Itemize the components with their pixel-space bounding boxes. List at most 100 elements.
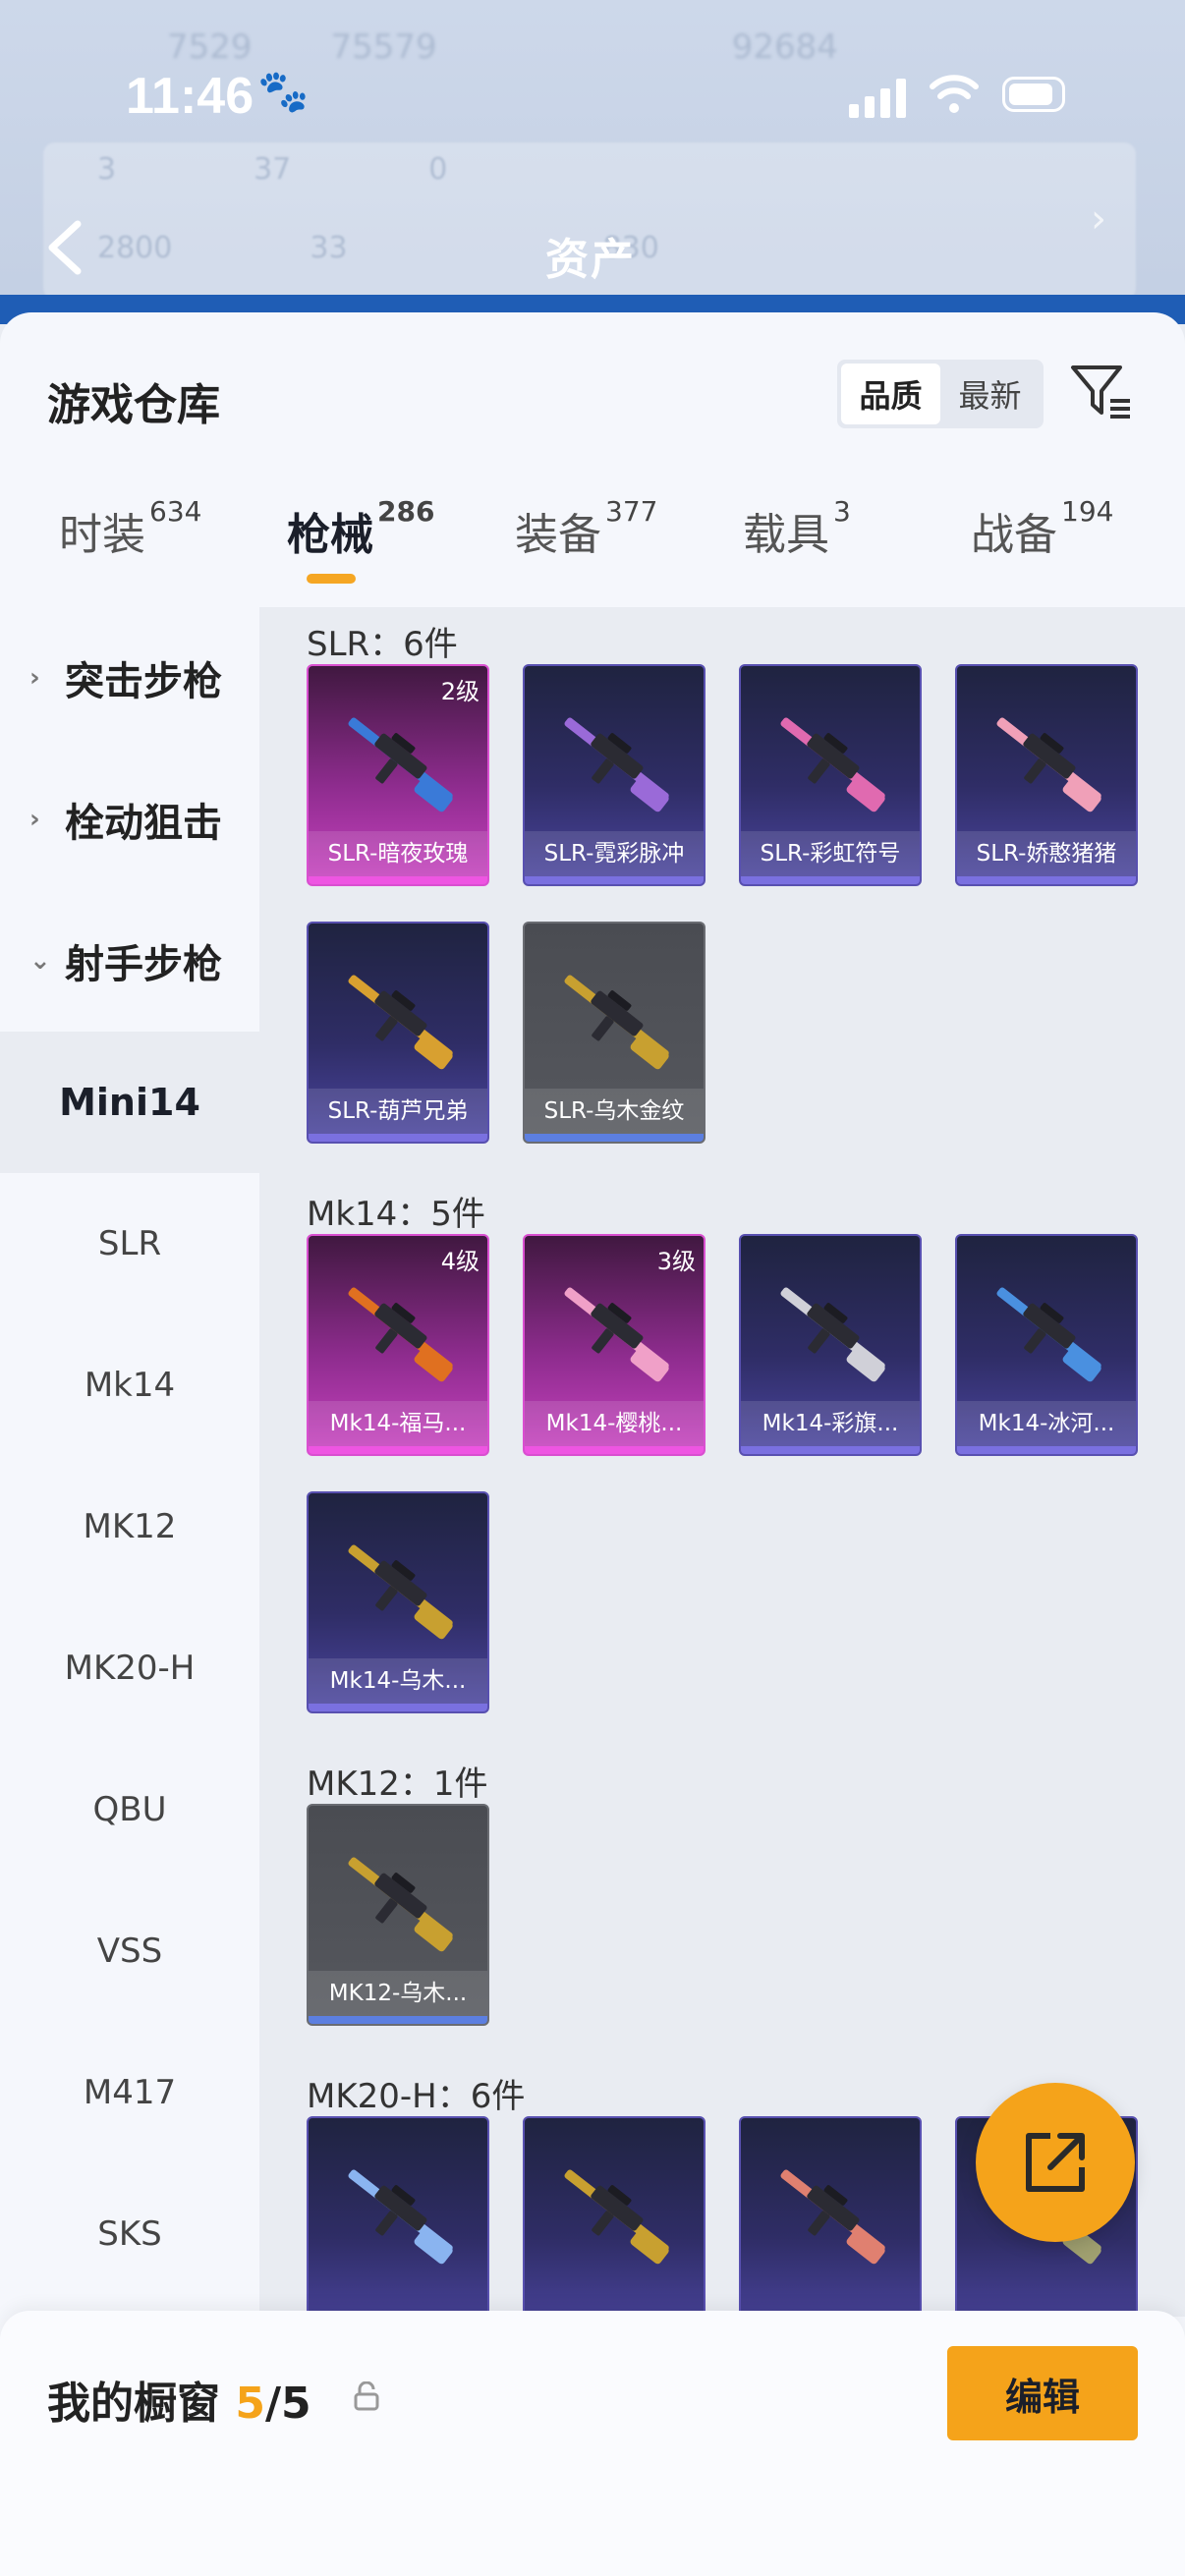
group-title: SLR：6件 [307, 625, 458, 664]
sidebar-item-sks[interactable]: SKS [0, 2163, 259, 2305]
sidebar-item-mk12[interactable]: MK12 [0, 1456, 259, 1597]
rifle-icon [348, 1544, 453, 1640]
tab-count: 377 [605, 495, 658, 528]
group-title: MK12：1件 [307, 1764, 488, 1804]
sidebar-item-m417[interactable]: M417 [0, 2022, 259, 2163]
tab-firearms[interactable]: 枪械 286 [287, 495, 434, 584]
weapon-card[interactable] [739, 2116, 922, 2317]
rifle-icon [564, 1287, 669, 1382]
level-badge: 4级 [440, 1248, 480, 1275]
weapon-card[interactable]: MK12-乌木... [307, 1804, 489, 2026]
tab-label: 战备 [971, 510, 1057, 560]
share-button[interactable] [976, 2083, 1135, 2242]
chevron-right-icon: › [1091, 196, 1106, 242]
group-title: MK20-H：6件 [307, 2077, 526, 2116]
group-title: Mk14：5件 [307, 1195, 485, 1234]
rifle-icon [564, 2169, 669, 2265]
sort-quality-button[interactable]: 品质 [841, 364, 940, 424]
weapon-name: SLR-葫芦兄弟 [309, 1089, 487, 1134]
back-arrow-icon[interactable] [44, 218, 87, 277]
sort-toggle: 品质 最新 [837, 360, 1044, 428]
rifle-icon [996, 717, 1101, 812]
weapon-name: SLR-彩虹符号 [741, 831, 920, 876]
sidebar-item-mk14[interactable]: Mk14 [0, 1315, 259, 1456]
weapon-card[interactable]: SLR-霓彩脉冲 [523, 664, 705, 886]
status-bar: 11:46 🐾 [0, 0, 1185, 147]
rarity-bar [309, 1446, 487, 1454]
weapon-card[interactable]: SLR-娇憨猪猪 [955, 664, 1138, 886]
background-title: 资产 [545, 235, 636, 285]
bg-stat: 3 [97, 152, 117, 187]
weapon-card[interactable]: 2级 SLR-暗夜玫瑰 [307, 664, 489, 886]
warehouse-sheet: 游戏仓库 品质 最新 时装 634 枪械 286 装备 377 载具 3 战备 194 ›… [0, 312, 1185, 2576]
rifle-icon [348, 1857, 453, 1952]
rifle-icon [780, 717, 885, 812]
weapon-card[interactable]: SLR-葫芦兄弟 [307, 922, 489, 1144]
sheet-title: 游戏仓库 [47, 380, 220, 430]
rarity-bar [525, 1134, 704, 1142]
sidebar-item-qbu[interactable]: QBU [0, 1739, 259, 1880]
rifle-icon [348, 975, 453, 1070]
weapon-card[interactable] [523, 2116, 705, 2317]
rifle-icon [348, 1287, 453, 1382]
weapon-card[interactable]: 3级 Mk14-樱桃... [523, 1234, 705, 1456]
category-tabs: 时装 634 枪械 286 装备 377 载具 3 战备 194 [0, 495, 1185, 607]
sidebar-category-marksman-rifle[interactable]: ⌄ 射手步枪 [0, 890, 259, 1032]
level-badge: 3级 [656, 1248, 696, 1275]
weapon-card[interactable]: Mk14-乌木... [307, 1491, 489, 1713]
rifle-icon [564, 975, 669, 1070]
edit-button[interactable]: 编辑 [947, 2346, 1138, 2440]
showcase-bar: 我的橱窗 5/5 编辑 [0, 2311, 1185, 2576]
sidebar-category-assault-rifle[interactable]: › 突击步枪 [0, 607, 259, 749]
weapon-name: SLR-乌木金纹 [525, 1089, 704, 1134]
sort-latest-button[interactable]: 最新 [940, 364, 1040, 424]
weapon-name: Mk14-冰河... [957, 1401, 1136, 1446]
rifle-icon [348, 2169, 453, 2265]
rarity-bar [309, 1704, 487, 1711]
cellular-signal-icon [849, 77, 906, 118]
sidebar-category-label: 栓动狙击 [65, 801, 222, 846]
sidebar-item-mk20h[interactable]: MK20-H [0, 1597, 259, 1739]
rarity-bar [309, 1134, 487, 1142]
chevron-right-icon: › [29, 805, 40, 834]
weapon-name: SLR-暗夜玫瑰 [309, 831, 487, 876]
sidebar-item-vss[interactable]: VSS [0, 1880, 259, 2022]
rarity-bar [741, 876, 920, 884]
weapon-card[interactable] [307, 2116, 489, 2317]
weapon-name: Mk14-福马... [309, 1401, 487, 1446]
weapon-card[interactable]: SLR-乌木金纹 [523, 922, 705, 1144]
sidebar-category-bolt-sniper[interactable]: › 栓动狙击 [0, 749, 259, 890]
tab-fashion[interactable]: 时装 634 [59, 495, 201, 562]
tab-label: 载具 [743, 510, 829, 560]
sidebar-category-label: 射手步枪 [65, 942, 222, 987]
weapon-card[interactable]: Mk14-彩旗... [739, 1234, 922, 1456]
weapon-name: Mk14-樱桃... [525, 1401, 704, 1446]
weapon-card[interactable]: Mk14-冰河... [955, 1234, 1138, 1456]
paw-icon: 🐾 [257, 67, 310, 115]
sidebar-item-slr[interactable]: SLR [0, 1173, 259, 1315]
filter-icon[interactable] [1069, 362, 1134, 426]
battery-icon [1002, 77, 1065, 112]
weapon-card[interactable]: SLR-彩虹符号 [739, 664, 922, 886]
weapon-name: Mk14-彩旗... [741, 1401, 920, 1446]
weapon-grid: SLR：6件 2级 SLR-暗夜玫瑰 SLR-霓彩脉冲 SLR-彩虹符号 SLR-娇憨猪猪… [259, 607, 1185, 2317]
bg-stat: 0 [428, 152, 448, 187]
rarity-bar [525, 1446, 704, 1454]
bg-stat: 2800 [97, 231, 173, 265]
sidebar-item-mini14[interactable]: Mini14 [0, 1032, 259, 1173]
weapon-name: Mk14-乌木... [309, 1658, 487, 1704]
wifi-icon [930, 75, 979, 113]
rifle-icon [564, 717, 669, 812]
weapon-card[interactable]: 4级 Mk14-福马... [307, 1234, 489, 1456]
level-badge: 2级 [440, 678, 480, 705]
showcase-count: 5 [235, 2379, 265, 2429]
bg-stat: 37 [254, 152, 292, 187]
tab-vehicles[interactable]: 载具 3 [743, 495, 851, 562]
tab-equipment[interactable]: 装备 377 [515, 495, 657, 562]
showcase-total: /5 [264, 2379, 311, 2429]
tab-count: 286 [377, 495, 435, 528]
tab-supplies[interactable]: 战备 194 [971, 495, 1113, 562]
tab-count: 634 [149, 495, 202, 528]
chevron-down-icon: ⌄ [29, 946, 51, 976]
chevron-right-icon: › [29, 663, 40, 693]
